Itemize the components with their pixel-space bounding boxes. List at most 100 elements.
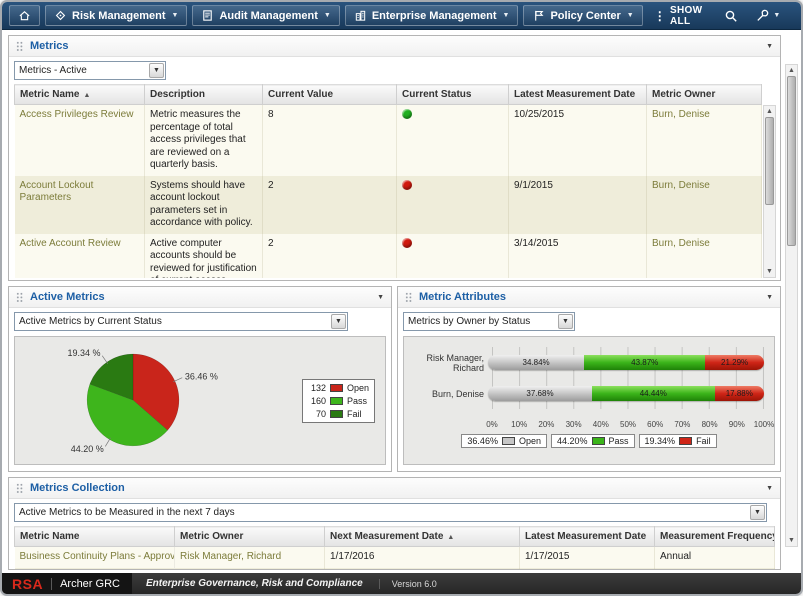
home-button[interactable] — [9, 5, 40, 26]
nav-policy-center[interactable]: Policy Center ▼ — [523, 5, 642, 26]
legend-item: 44.20% Pass — [551, 434, 635, 448]
x-tick-label: 90% — [729, 420, 745, 429]
nav-risk-management[interactable]: Risk Management ▼ — [45, 5, 187, 26]
metrics-panel-header: Metrics ▼ — [9, 36, 780, 57]
metric-description: Systems should have account lockout para… — [145, 176, 263, 234]
metric-name-link[interactable]: Active Account Review — [20, 238, 121, 249]
chevron-down-icon: ▼ — [331, 314, 346, 329]
collection-view-selector[interactable]: Active Metrics to be Measured in the nex… — [14, 503, 767, 522]
table-row[interactable]: Active Account Review Active computer ac… — [15, 234, 762, 279]
bar-category-label: Risk Manager, Richard — [404, 353, 488, 373]
col-next-date[interactable]: Next Measurement Date▲ — [325, 527, 520, 547]
legend-pct: 19.34% — [645, 436, 676, 446]
metric-owner-link[interactable]: Burn, Denise — [652, 238, 710, 249]
show-all-button[interactable]: ⋮ SHOW ALL — [648, 5, 709, 27]
col-metric-owner[interactable]: Metric Owner — [175, 527, 325, 547]
table-row[interactable]: Business Continuity Plans - Approval Ris… — [15, 547, 775, 568]
metric-name-link[interactable]: Access Privileges Review — [20, 109, 134, 120]
metric-owner-link[interactable]: Risk Manager, Richard — [180, 551, 281, 562]
scrollbar-thumb[interactable] — [765, 117, 774, 205]
col-metric-owner[interactable]: Metric Owner — [647, 85, 762, 105]
col-current-value[interactable]: Current Value — [263, 85, 397, 105]
x-tick-label: 100% — [754, 420, 774, 429]
scrollbar-thumb[interactable] — [787, 76, 796, 246]
collection-table-wrap: Metric Name Metric Owner Next Measuremen… — [14, 526, 775, 570]
legend-label: Open — [519, 436, 541, 446]
dashboard-content: Metrics ▼ Metrics - Active ▼ Metric Name… — [2, 30, 801, 573]
metrics-collection-body: Active Metrics to be Measured in the nex… — [9, 499, 780, 570]
home-icon — [18, 9, 31, 22]
legend-swatch-pass — [592, 437, 605, 445]
tools-icon — [755, 9, 769, 23]
bar-segment-pass[interactable]: 43.87% — [584, 355, 705, 370]
stacked-bar-chart[interactable]: Risk Manager, Richard34.84%43.87%21.29%B… — [404, 337, 774, 419]
collapse-chevron-icon[interactable]: ▼ — [766, 485, 773, 492]
pie-chart[interactable]: 36.46 %44.20 %19.34 % — [15, 337, 257, 464]
search-icon — [724, 9, 738, 23]
col-metric-name[interactable]: Metric Name — [15, 527, 175, 547]
metric-name-link[interactable]: Account Lockout Parameters — [20, 180, 94, 204]
audit-management-icon — [201, 9, 214, 22]
metric-attributes-view-selector[interactable]: Metrics by Owner by Status ▼ — [403, 312, 575, 331]
table-row[interactable]: Access Privileges Review Metric measures… — [15, 105, 762, 176]
pie-chart-box: 36.46 %44.20 %19.34 % 132 Open 160 — [14, 336, 386, 465]
collapse-chevron-icon[interactable]: ▼ — [766, 43, 773, 50]
metric-current-status — [397, 176, 509, 234]
nav-audit-management[interactable]: Audit Management ▼ — [192, 5, 339, 26]
metric-owner-link[interactable]: Burn, Denise — [652, 109, 710, 120]
collapse-chevron-icon[interactable]: ▼ — [377, 294, 384, 301]
search-button[interactable] — [718, 5, 744, 26]
drag-handle-icon[interactable] — [16, 41, 24, 52]
table-row[interactable]: Business Continuity Plans - Declaration … — [15, 568, 775, 571]
more-dots-icon: ⋮ — [654, 10, 666, 22]
scroll-down-icon[interactable]: ▼ — [788, 535, 795, 546]
selected-view-label: Active Metrics by Current Status — [19, 316, 162, 327]
metric-description: Metric measures the percentage of total … — [145, 105, 263, 176]
drag-handle-icon[interactable] — [16, 483, 24, 494]
pie-legend: 132 Open 160 Pass 70 — [302, 379, 375, 423]
drag-handle-icon[interactable] — [16, 292, 24, 303]
bar-segment-fail[interactable]: 21.29% — [705, 355, 764, 370]
app-window: Risk Management ▼ Audit Management ▼ Ent… — [0, 0, 803, 596]
bar-segment-open[interactable]: 34.84% — [488, 355, 584, 370]
metric-owner-link[interactable]: Burn, Denise — [652, 180, 710, 191]
collection-table: Metric Name Metric Owner Next Measuremen… — [14, 526, 775, 570]
nav-enterprise-management[interactable]: Enterprise Management ▼ — [345, 5, 519, 26]
metric-name-link[interactable]: Business Continuity Plans - Approval — [20, 551, 175, 562]
drag-handle-icon[interactable] — [405, 292, 413, 303]
version-label: Version 6.0 — [379, 579, 437, 589]
next-measurement-date: 1/18/2016 — [325, 568, 520, 571]
metrics-collection-panel: Metrics Collection ▼ Active Metrics to b… — [8, 477, 781, 570]
legend-item: 132 Open — [308, 383, 369, 393]
collapse-chevron-icon[interactable]: ▼ — [766, 294, 773, 301]
metric-attributes-body: Metrics by Owner by Status ▼ Risk Manage… — [398, 308, 780, 469]
page-scrollbar[interactable]: ▲ ▼ — [785, 64, 798, 547]
scroll-up-icon[interactable]: ▲ — [766, 106, 773, 117]
x-tick-label: 0% — [486, 420, 498, 429]
scroll-up-icon[interactable]: ▲ — [788, 65, 795, 76]
x-tick-label: 70% — [674, 420, 690, 429]
panel-title: Metric Attributes — [419, 291, 506, 303]
table-row[interactable]: Account Lockout Parameters Systems shoul… — [15, 176, 762, 234]
bar-segment-open[interactable]: 37.68% — [488, 386, 592, 401]
col-description[interactable]: Description — [145, 85, 263, 105]
bar-segment-fail[interactable]: 17.88% — [715, 386, 764, 401]
metrics-scrollbar[interactable]: ▲ ▼ — [763, 105, 776, 278]
selected-view-label: Active Metrics to be Measured in the nex… — [19, 507, 235, 518]
tools-button[interactable]: ▼ — [749, 5, 786, 26]
chevron-down-icon: ▼ — [773, 12, 780, 19]
col-metric-name[interactable]: Metric Name▲ — [15, 85, 145, 105]
active-metrics-view-selector[interactable]: Active Metrics by Current Status ▼ — [14, 312, 348, 331]
col-frequency[interactable]: Measurement Frequency — [655, 527, 775, 547]
bar-segment-pass[interactable]: 44.44% — [592, 386, 715, 401]
legend-label: Pass — [609, 436, 629, 446]
col-latest-date[interactable]: Latest Measurement Date — [520, 527, 655, 547]
col-current-status[interactable]: Current Status — [397, 85, 509, 105]
col-latest-date[interactable]: Latest Measurement Date — [509, 85, 647, 105]
active-metrics-panel: Active Metrics ▼ Active Metrics by Curre… — [8, 286, 392, 472]
chevron-down-icon: ▼ — [627, 12, 634, 19]
nav-label: Risk Management — [72, 10, 166, 22]
footer-brand: RSA Archer GRC — [2, 573, 132, 594]
scroll-down-icon[interactable]: ▼ — [766, 266, 773, 277]
metrics-view-selector[interactable]: Metrics - Active ▼ — [14, 61, 166, 80]
